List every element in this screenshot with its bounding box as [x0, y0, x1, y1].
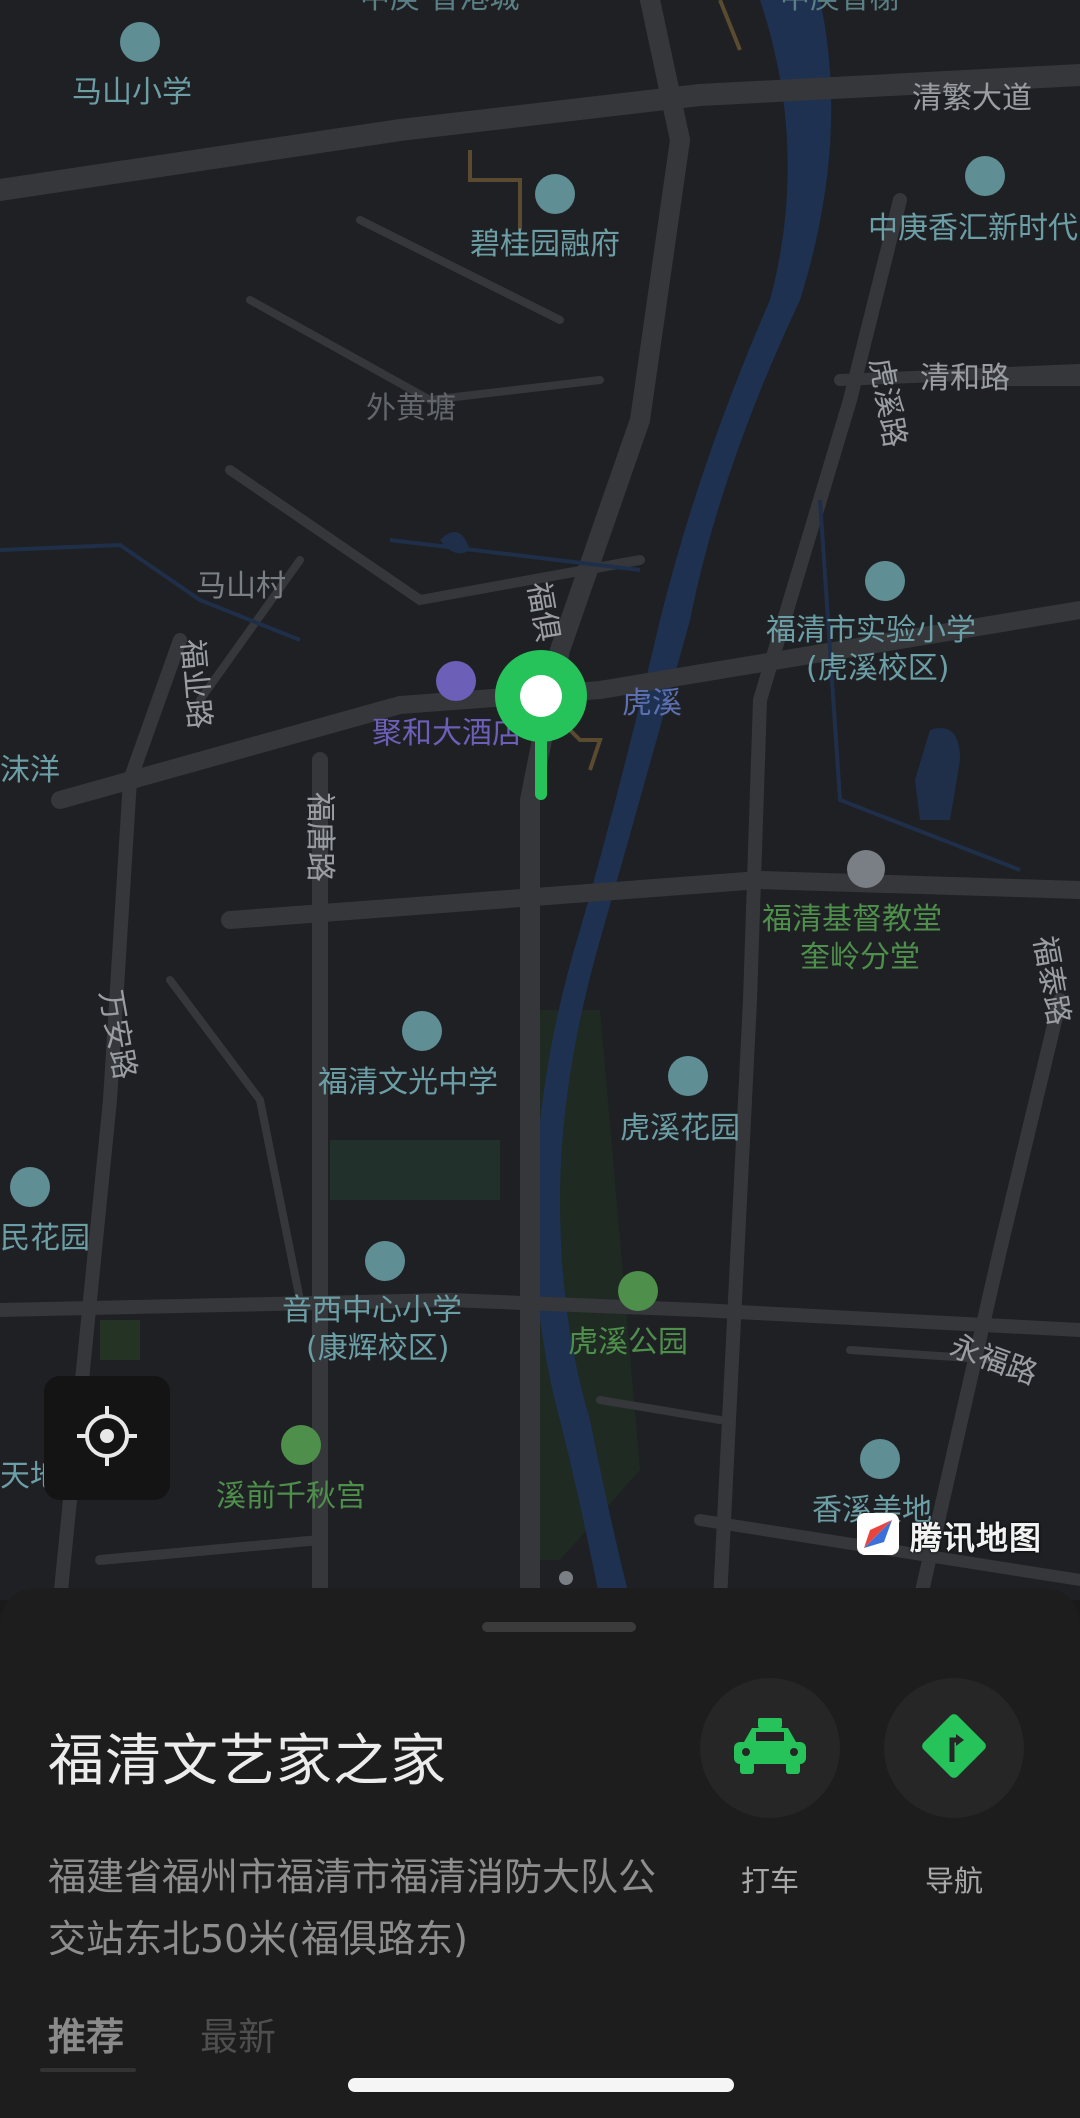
locate-me-icon: [75, 1404, 139, 1472]
map-label: 福清市实验小学: [766, 613, 976, 648]
map-label: 虎溪花园: [620, 1111, 740, 1146]
tencent-map-brand: 腾讯地图: [856, 1512, 1043, 1560]
brand-name: 腾讯地图: [910, 1519, 1043, 1557]
map-label: 沫洋: [0, 753, 60, 788]
map-label: 马山小学: [72, 75, 192, 110]
sheet-drag-handle[interactable]: [482, 1622, 636, 1632]
school-icon: [865, 561, 905, 601]
locate-me-button[interactable]: [44, 1376, 170, 1500]
school-icon: [402, 1011, 442, 1051]
map-label: (虎溪校区): [806, 651, 949, 686]
taxi-button[interactable]: 打车: [700, 1678, 840, 1900]
navigation-icon: [912, 1704, 996, 1792]
home-indicator[interactable]: [348, 2078, 734, 2092]
tencent-map-logo-icon: [856, 1512, 900, 1560]
map-label: 中庚香榭: [780, 0, 900, 16]
building-icon: [535, 174, 575, 214]
building-icon: [668, 1056, 708, 1096]
map-label: 民花园: [0, 1221, 90, 1256]
map-label: 碧桂园融府: [470, 227, 620, 262]
place-address: 福建省福州市福清市福清消防大队公交站东北50米(福俱路东): [48, 1855, 657, 1961]
map-label: 音西中心小学: [282, 1293, 462, 1328]
map-label: 清繁大道: [912, 81, 1032, 116]
map-view[interactable]: 中庚·香港城 中庚香榭 马山小学 清繁大道 碧桂园融府 中庚香汇新时代 虎溪路 …: [0, 0, 1080, 1600]
park-icon: [618, 1271, 658, 1311]
temple-icon: [281, 1425, 321, 1465]
map-label: 马山村: [196, 569, 286, 604]
taxi-label: 打车: [740, 1864, 799, 1898]
map-label: (康辉校区): [306, 1331, 449, 1366]
building-icon: [10, 1167, 50, 1207]
school-icon: [120, 22, 160, 62]
navigation-button[interactable]: 导航: [884, 1678, 1024, 1900]
navigation-label: 导航: [924, 1864, 983, 1898]
taxi-icon: [730, 1716, 810, 1780]
tab-latest[interactable]: 最新: [200, 2006, 276, 2061]
map-label: 聚和大酒店: [372, 716, 522, 751]
building-icon: [965, 156, 1005, 196]
bus-stop-icon: [847, 850, 885, 888]
place-title: 福清文艺家之家: [48, 1729, 447, 1794]
hotel-icon: [436, 661, 476, 701]
map-label: 溪前千秋宫: [216, 1479, 366, 1514]
tab-recommended[interactable]: 推荐: [48, 2006, 124, 2061]
school-icon: [365, 1241, 405, 1281]
map-label: 福清文光中学: [318, 1065, 498, 1100]
place-detail-sheet: 福清文艺家之家 福建省福州市福清市福清消防大队公交站东北50米(福俱路东) 打车: [0, 1588, 1080, 2118]
map-label: 外黄塘: [366, 391, 456, 426]
map-label: 虎溪: [622, 686, 682, 721]
active-tab-indicator: [40, 2068, 136, 2072]
building-icon: [860, 1439, 900, 1479]
map-label: 虎溪公园: [568, 1325, 688, 1360]
map-label: 福清基督教堂: [762, 902, 942, 937]
map-label: 清和路: [920, 361, 1010, 396]
map-label: 奎岭分堂: [800, 940, 920, 975]
map-label: 中庚香汇新时代: [868, 211, 1078, 246]
map-label: 福唐路: [302, 792, 337, 882]
map-label: 中庚·香港城: [360, 0, 520, 16]
